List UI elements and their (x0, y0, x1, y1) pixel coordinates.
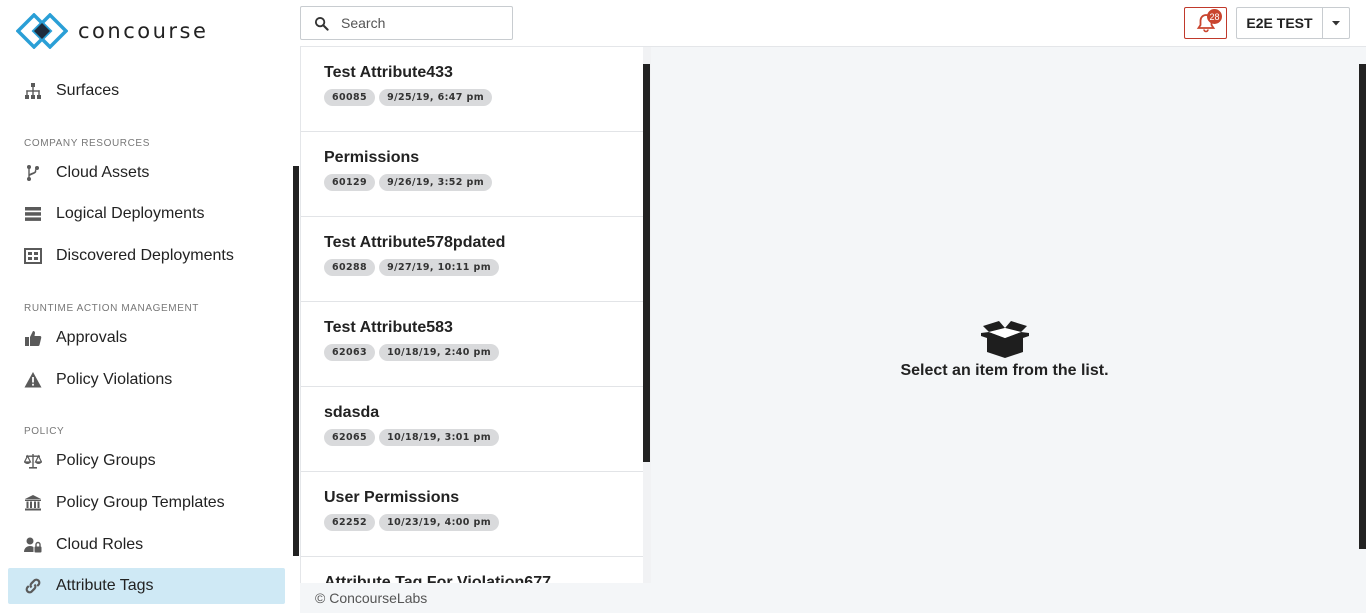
sidebar-item-policy-groups[interactable]: Policy Groups (8, 443, 285, 479)
user-lock-icon (22, 535, 44, 555)
sidebar-item-discovered-deployments[interactable]: Discovered Deployments (8, 238, 285, 274)
section-label-runtime-action-management: RUNTIME ACTION MANAGEMENT (24, 303, 200, 314)
item-title: User Permissions (324, 489, 460, 506)
detail-panel: Select an item from the list. (651, 47, 1366, 613)
warning-icon (22, 370, 44, 390)
thumbs-up-icon (22, 328, 44, 348)
sidebar-item-cloud-roles[interactable]: Cloud Roles (8, 527, 285, 563)
sidebar-item-cloud-assets[interactable]: Cloud Assets (8, 155, 285, 191)
sidebar-item-label: Policy Group Templates (56, 494, 225, 511)
date-badge: 10/18/19, 3:01 pm (379, 429, 500, 446)
sidebar-item-logical-deployments[interactable]: Logical Deployments (8, 196, 285, 232)
sidebar-item-approvals[interactable]: Approvals (8, 320, 285, 356)
list-item[interactable]: Test Attribute583 62063 10/18/19, 2:40 p… (301, 302, 643, 387)
item-title: Attribute Tag For Violation677 (324, 574, 551, 583)
list-item[interactable]: Test Attribute578pdated 60288 9/27/19, 1… (301, 217, 643, 302)
sidebar-item-label: Cloud Assets (56, 164, 150, 181)
list-item[interactable]: Attribute Tag For Violation677 (301, 557, 643, 583)
sidebar-item-label: Discovered Deployments (56, 247, 234, 264)
item-title: Test Attribute583 (324, 319, 453, 336)
sidebar-item-label: Approvals (56, 329, 128, 346)
sidebar-scrollbar[interactable] (293, 166, 299, 556)
empty-state-message: Select an item from the list. (900, 362, 1109, 379)
sidebar-item-attribute-tags[interactable]: Attribute Tags (8, 568, 285, 604)
search-box (300, 6, 513, 40)
section-label-policy: POLICY (24, 426, 65, 437)
institution-icon (22, 493, 44, 513)
discovered-icon (22, 246, 44, 266)
item-title: Permissions (324, 149, 420, 166)
item-title: Test Attribute578pdated (324, 234, 506, 251)
detail-scrollbar[interactable] (1359, 64, 1366, 549)
date-badge: 9/25/19, 6:47 pm (379, 89, 493, 106)
date-badge: 9/26/19, 3:52 pm (379, 174, 493, 191)
empty-state: Select an item from the list. (651, 320, 1358, 380)
sidebar-item-policy-violations[interactable]: Policy Violations (8, 362, 285, 398)
item-title: Test Attribute433 (324, 64, 453, 81)
sidebar-item-label: Logical Deployments (56, 205, 205, 222)
caret-down-icon[interactable] (1323, 18, 1349, 28)
sidebar-item-label: Policy Violations (56, 371, 173, 388)
sidebar-item-label: Attribute Tags (56, 577, 154, 594)
sidebar-item-surfaces[interactable]: Surfaces (8, 73, 285, 109)
date-badge: 10/23/19, 4:00 pm (379, 514, 500, 531)
copyright-text: © ConcourseLabs (315, 590, 428, 606)
logo-text: concourse (78, 19, 209, 43)
footer: © ConcourseLabs (300, 583, 651, 613)
list-item[interactable]: sdasda 62065 10/18/19, 3:01 pm (301, 387, 643, 472)
server-icon (22, 204, 44, 224)
list-item[interactable]: Test Attribute433 60085 9/25/19, 6:47 pm (301, 47, 643, 132)
top-bar: 28 E2E TEST (300, 0, 1366, 47)
date-badge: 9/27/19, 10:11 pm (379, 259, 500, 276)
search-icon (301, 16, 341, 31)
sitemap-icon (22, 81, 44, 101)
open-box-icon (980, 321, 1029, 358)
account-menu[interactable]: E2E TEST (1236, 7, 1350, 39)
id-badge: 60129 (324, 174, 376, 191)
search-input[interactable] (341, 15, 501, 31)
id-badge: 62065 (324, 429, 376, 446)
date-badge: 10/18/19, 2:40 pm (379, 344, 500, 361)
app-logo[interactable]: concourse (16, 12, 208, 50)
attribute-tag-list: Test Attribute433 60085 9/25/19, 6:47 pm… (300, 47, 643, 583)
link-icon (22, 576, 44, 596)
sidebar-item-label: Surfaces (56, 82, 120, 99)
sidebar-item-label: Cloud Roles (56, 536, 144, 553)
branch-icon (22, 163, 44, 183)
id-badge: 62063 (324, 344, 376, 361)
section-label-company-resources: COMPANY RESOURCES (24, 138, 150, 149)
sidebar: concourse Surfaces COMPANY RESOURCES Clo… (0, 0, 300, 613)
sidebar-item-label: Policy Groups (56, 452, 156, 469)
sidebar-item-policy-group-templates[interactable]: Policy Group Templates (8, 485, 285, 521)
concourse-logo-icon (16, 13, 68, 49)
list-scrollbar[interactable] (643, 64, 650, 462)
id-badge: 60288 (324, 259, 376, 276)
notifications-button[interactable]: 28 (1184, 7, 1227, 39)
list-item[interactable]: User Permissions 62252 10/23/19, 4:00 pm (301, 472, 643, 557)
list-item[interactable]: Permissions 60129 9/26/19, 3:52 pm (301, 132, 643, 217)
id-badge: 62252 (324, 514, 376, 531)
notification-count-badge: 28 (1207, 9, 1222, 24)
id-badge: 60085 (324, 89, 376, 106)
balance-scale-icon (22, 451, 44, 471)
account-label[interactable]: E2E TEST (1237, 8, 1323, 38)
item-title: sdasda (324, 404, 380, 421)
